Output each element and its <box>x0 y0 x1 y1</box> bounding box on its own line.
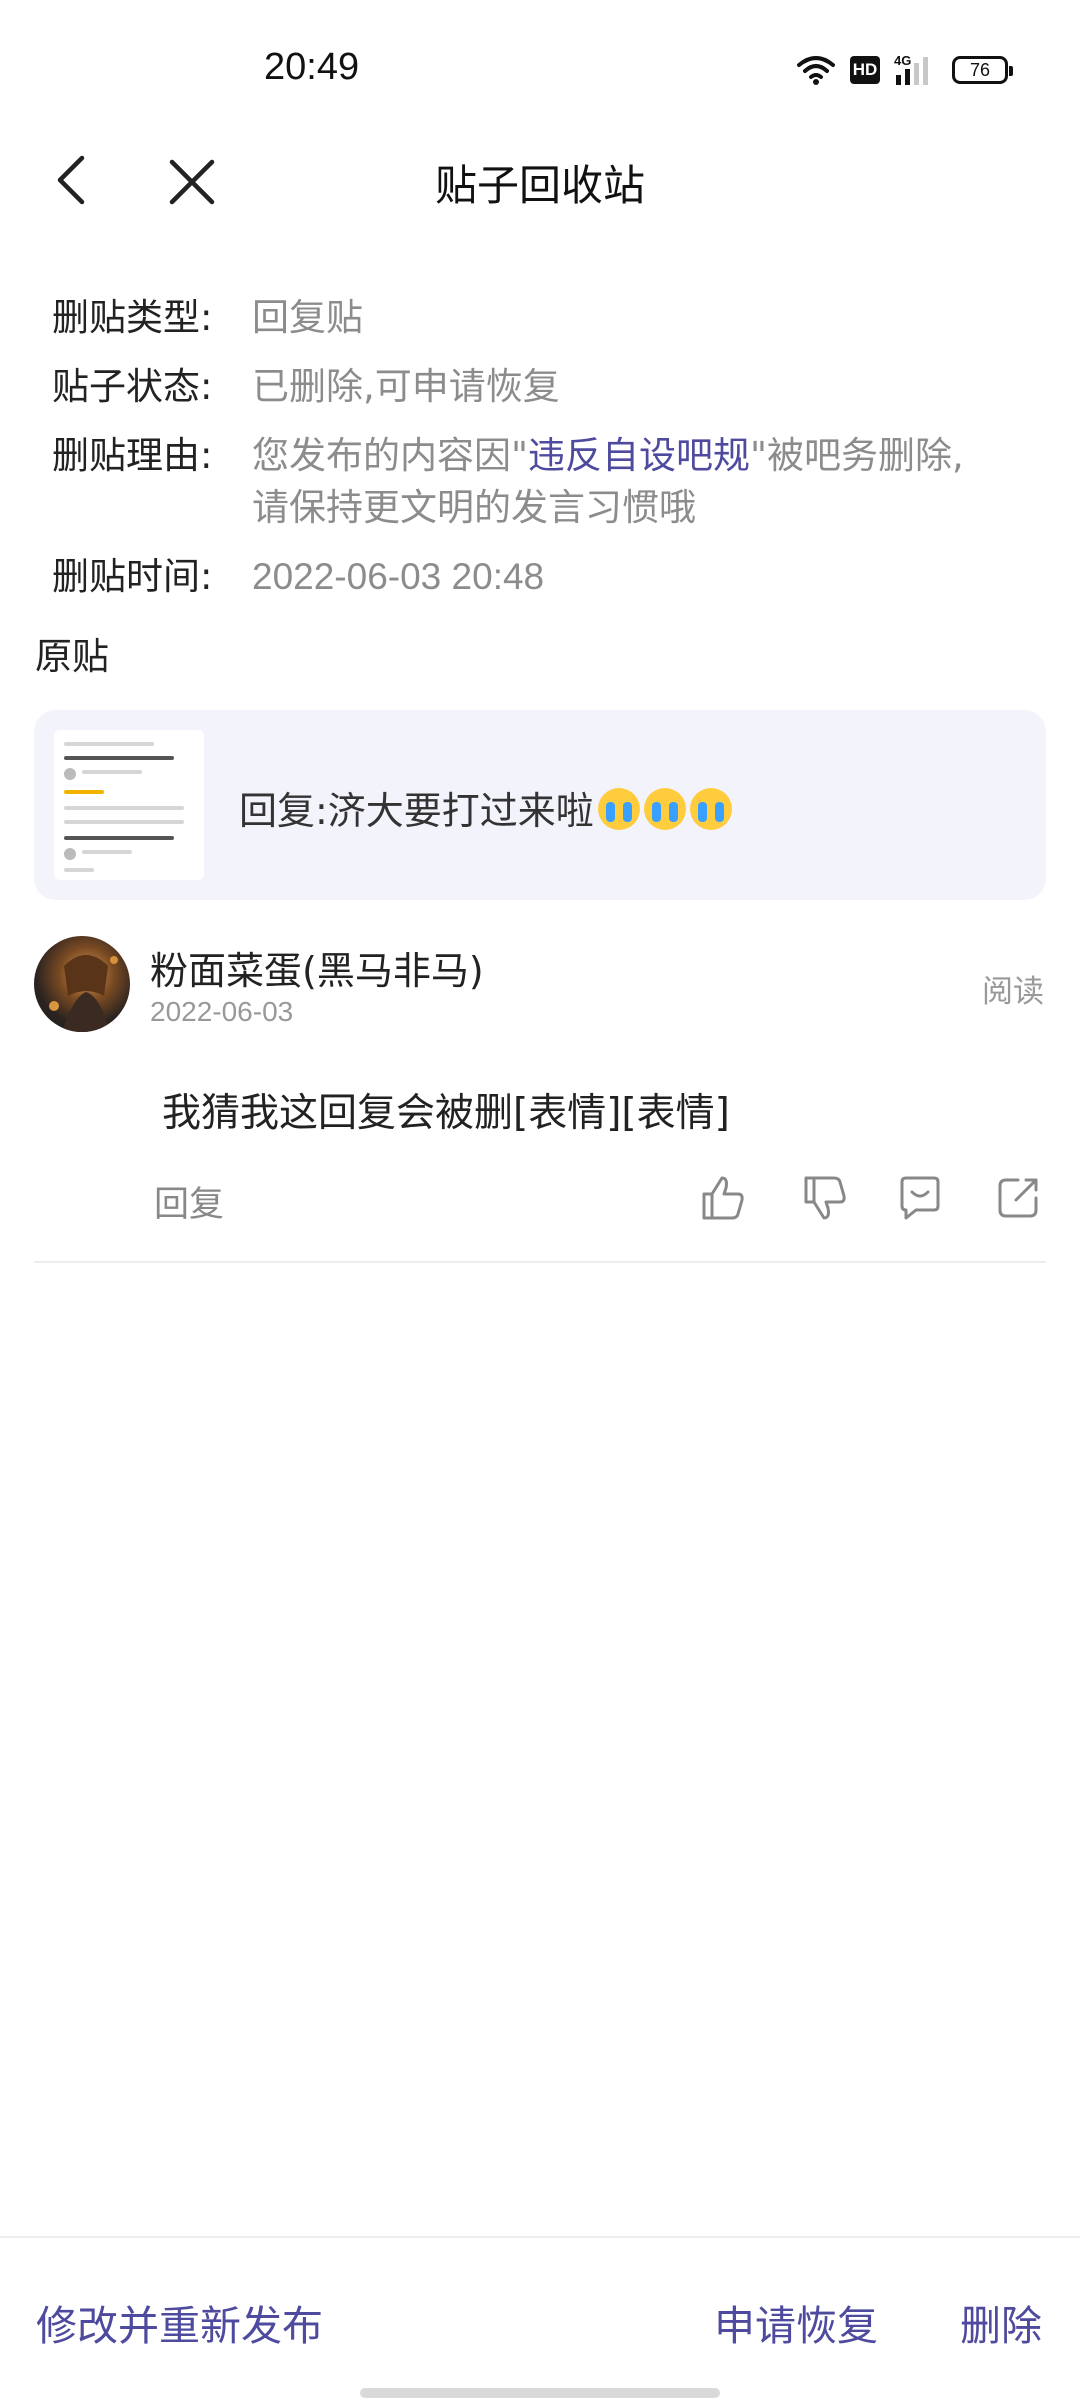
apply-restore-button[interactable]: 申请恢复 <box>714 2292 878 2352</box>
reason-value: 您发布的内容因"违反自设吧规"被吧务删除, 请保持更文明的发言习惯哦 <box>252 430 1042 534</box>
original-post-card[interactable]: 回复:济大要打过来啦 <box>34 710 1046 900</box>
reason-suffix: "被吧务删除, <box>750 434 964 477</box>
info-row-reason: 删贴理由: 您发布的内容因"违反自设吧规"被吧务删除, 请保持更文明的发言习惯哦 <box>52 430 1042 534</box>
reason-prefix: 您发布的内容因" <box>252 434 529 477</box>
edit-republish-button[interactable]: 修改并重新发布 <box>36 2292 323 2352</box>
comment-icon[interactable] <box>894 1172 946 1224</box>
thumbs-down-icon[interactable] <box>798 1172 850 1224</box>
type-value: 回复贴 <box>252 296 363 339</box>
original-post-title-text: 回复:济大要打过来啦 <box>239 789 594 833</box>
type-label: 删贴类型: <box>52 296 213 339</box>
home-indicator[interactable] <box>360 2388 720 2398</box>
info-row-time: 删贴时间: 2022-06-03 20:48 <box>52 551 1042 603</box>
info-row-status: 贴子状态: 已删除,可申请恢复 <box>52 361 1042 413</box>
crying-face-icon <box>597 788 640 830</box>
rule-link[interactable]: 违反自设吧规 <box>528 434 750 477</box>
nav-bar: 贴子回收站 <box>0 130 1080 230</box>
deletion-info: 删贴类型: 回复贴 贴子状态: 已删除,可申请恢复 删贴理由: 您发布的内容因"… <box>52 292 1042 620</box>
divider <box>34 1261 1046 1263</box>
crying-face-icon <box>689 788 732 830</box>
user-name[interactable]: 粉面菜蛋(黑马非马) <box>150 940 484 995</box>
recycle-bin-screen: 20:49 HD 4G 76 贴子回收站 删贴类型: 回复贴 贴子状态: 已删除… <box>0 0 1080 2400</box>
status-bar: 20:49 HD 4G 76 <box>0 0 1080 130</box>
original-post-title: 回复:济大要打过来啦 <box>239 780 732 835</box>
reply-content: 我猜我这回复会被删[表情][表情] <box>162 1091 730 1136</box>
reason-label: 删贴理由: <box>52 434 213 477</box>
status-value: 已删除,可申请恢复 <box>252 365 560 408</box>
avatar[interactable] <box>34 936 130 1032</box>
status-time: 20:49 <box>264 46 360 88</box>
reason-line2: 请保持更文明的发言习惯哦 <box>252 486 696 529</box>
bottom-divider <box>0 2236 1080 2238</box>
delete-button[interactable]: 删除 <box>960 2292 1042 2352</box>
time-value: 2022-06-03 20:48 <box>252 556 545 597</box>
avatar-image <box>49 955 118 1032</box>
hd-badge: HD <box>850 56 880 84</box>
info-row-type: 删贴类型: 回复贴 <box>52 292 1042 344</box>
status-icons: HD 4G 76 <box>796 50 1013 90</box>
time-label: 删贴时间: <box>52 555 213 598</box>
cellular-signal-icon: 4G <box>894 53 928 85</box>
crying-face-icon <box>643 788 686 830</box>
battery-indicator: 76 <box>952 56 1013 84</box>
share-icon[interactable] <box>992 1172 1044 1224</box>
original-post-label: 原贴 <box>35 635 109 678</box>
reply-date: 2022-06-03 <box>150 996 294 1027</box>
post-thumbnail <box>54 730 204 880</box>
reply-button[interactable]: 回复 <box>154 1176 224 1227</box>
page-title: 贴子回收站 <box>434 161 645 210</box>
status-label: 贴子状态: <box>52 365 213 408</box>
thumbs-up-icon[interactable] <box>696 1172 748 1224</box>
svg-text:4G: 4G <box>894 53 911 68</box>
read-button[interactable]: 阅读 <box>982 966 1044 1011</box>
wifi-icon <box>797 56 835 85</box>
